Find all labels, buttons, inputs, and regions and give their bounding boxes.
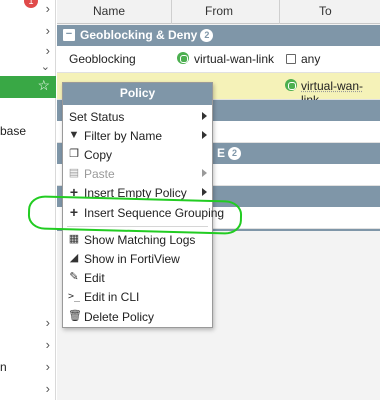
menu-item-label: Paste	[84, 167, 115, 181]
table-header: Name From To	[57, 0, 380, 24]
edit-icon: ✎	[69, 271, 79, 283]
chevron-right-icon: ›	[45, 337, 50, 352]
chevron-right-icon: ›	[45, 1, 50, 16]
filter-icon: ▼	[68, 129, 80, 141]
sidebar-partial-label-1[interactable]: base	[0, 124, 26, 138]
column-divider[interactable]	[171, 0, 172, 24]
group-name-partial: E	[217, 146, 226, 160]
chevron-down-icon: ⌄	[40, 61, 50, 73]
sidebar-partial-label-2: n	[0, 360, 7, 374]
group-name: Geoblocking & Deny	[80, 28, 198, 42]
menu-item-paste: ▤ Paste	[63, 164, 212, 184]
submenu-arrow-icon	[202, 188, 207, 196]
sidebar-item-5[interactable]: ›	[0, 312, 56, 334]
policy-from: virtual-wan-link	[194, 52, 275, 66]
copy-icon: ❐	[69, 148, 79, 160]
sidebar-item-6[interactable]: ›	[0, 334, 56, 356]
notification-badge: 1	[24, 0, 38, 8]
menu-item-label: Edit in CLI	[84, 290, 140, 304]
group-count-badge: 2	[200, 29, 214, 42]
chevron-right-icon: ›	[45, 381, 50, 396]
submenu-arrow-icon	[202, 112, 207, 120]
sidebar-item-1[interactable]: 1 ›	[0, 0, 56, 20]
menu-item-label: Filter by Name	[84, 129, 163, 143]
interface-globe-icon	[177, 52, 189, 64]
trash-icon: 🗑	[68, 310, 82, 322]
menu-item-delete-policy[interactable]: 🗑 Delete Policy	[63, 307, 212, 327]
table-row[interactable]: Geoblocking virtual-wan-link any	[57, 46, 380, 73]
menu-item-edit-in-cli[interactable]: >_ Edit in CLI	[63, 287, 212, 307]
menu-item-label: Set Status	[69, 110, 125, 124]
sidebar-item-7[interactable]: n ›	[0, 356, 56, 378]
chevron-right-icon: ›	[45, 43, 50, 58]
menu-item-edit[interactable]: ✎ Edit	[63, 268, 212, 288]
cli-icon: >_	[68, 291, 81, 302]
highlight-annotation	[27, 195, 243, 235]
submenu-arrow-icon	[202, 169, 207, 177]
column-divider[interactable]	[279, 0, 280, 24]
menu-item-filter-by-name[interactable]: ▼ Filter by Name	[63, 126, 212, 146]
column-header-to[interactable]: To	[319, 4, 332, 18]
menu-item-show-in-fortiview[interactable]: ◢ Show in FortiView	[63, 249, 212, 269]
column-header-name[interactable]: Name	[93, 4, 125, 18]
menu-item-label: Show in FortiView	[84, 252, 180, 266]
group-label: Geoblocking & Deny 2	[80, 28, 214, 42]
policy-name: Geoblocking	[69, 52, 136, 66]
chevron-right-icon: ›	[45, 359, 50, 374]
menu-item-label: Copy	[84, 148, 113, 162]
column-header-from[interactable]: From	[205, 4, 233, 18]
favorite-star-icon[interactable]: ☆	[37, 77, 50, 94]
interface-globe-icon	[285, 79, 297, 91]
app-window: 1 › › › ⌄ ☆ base › › n › › Name From To …	[0, 0, 380, 400]
sidebar-item-2[interactable]: ›	[0, 20, 56, 42]
menu-title: Policy	[63, 83, 212, 105]
sidebar-item-8[interactable]: ›	[0, 378, 56, 400]
chart-icon: ◢	[69, 252, 79, 264]
logs-icon: ▦	[68, 233, 80, 245]
menu-item-set-status[interactable]: Set Status	[63, 107, 212, 127]
submenu-arrow-icon	[202, 131, 207, 139]
collapse-icon[interactable]: −	[63, 29, 75, 41]
interface-box-icon	[286, 54, 296, 64]
chevron-right-icon: ›	[45, 23, 50, 38]
group-count-badge: 2	[228, 147, 242, 160]
chevron-right-icon: ›	[45, 315, 50, 330]
sidebar-item-active[interactable]: ☆	[0, 76, 56, 98]
menu-item-label: Delete Policy	[84, 310, 155, 324]
sequence-group-header[interactable]: − Geoblocking & Deny 2	[57, 25, 380, 46]
menu-item-copy[interactable]: ❐ Copy	[63, 145, 212, 165]
menu-item-label: Show Matching Logs	[84, 233, 196, 247]
group-label: E2	[217, 146, 242, 160]
menu-item-label: Edit	[84, 271, 105, 285]
paste-icon: ▤	[68, 167, 80, 179]
policy-to: any	[301, 52, 321, 66]
